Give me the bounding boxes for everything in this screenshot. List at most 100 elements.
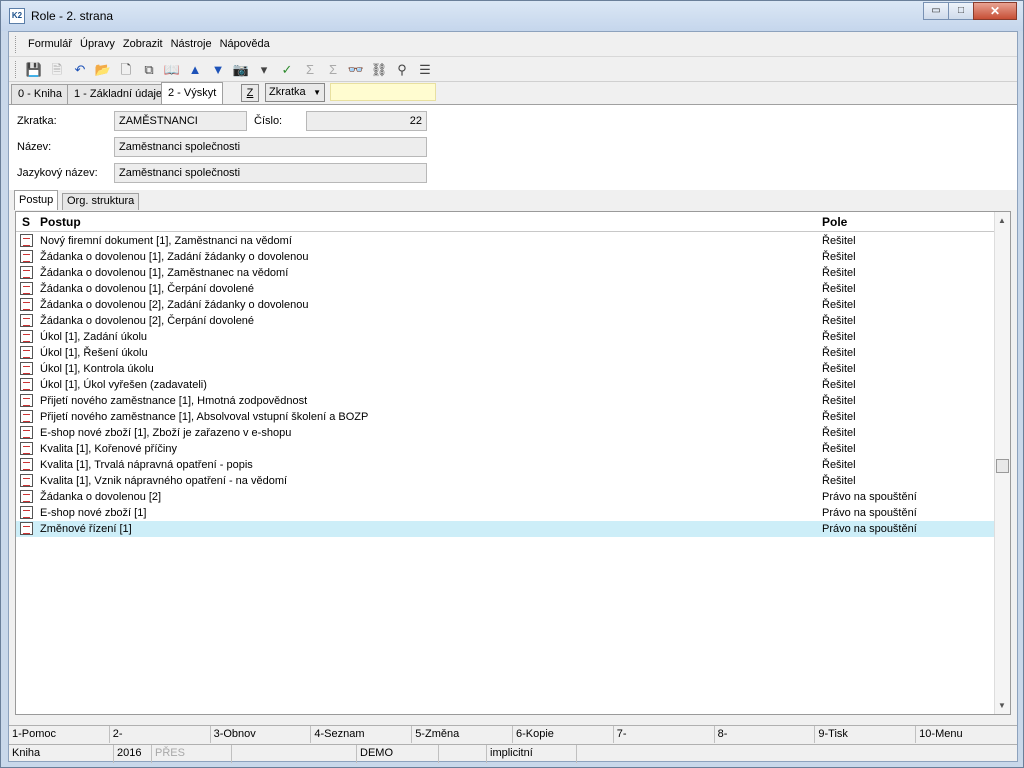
table-row[interactable]: Úkol [1], Úkol vyřešen (zadavateli) Řešit… xyxy=(16,377,994,393)
book-icon[interactable]: 📖 xyxy=(162,60,182,80)
tab-org-struktura[interactable]: Org. struktura xyxy=(62,193,140,210)
column-header-postup[interactable]: Postup xyxy=(40,215,81,229)
zkratka-field[interactable]: ZAMĚSTNANCI xyxy=(114,111,247,131)
app-window: K2 Role - 2. strana ▭ □ ✕ Formulář Úprav… xyxy=(0,0,1024,768)
postup-cell: Žádanka o dovolenou [2], Čerpání dovolen… xyxy=(40,315,255,327)
table-row[interactable]: Úkol [1], Zadání úkolu Řešitel xyxy=(16,329,994,345)
sort-combo[interactable]: Zkratka ▼ xyxy=(265,83,325,102)
fkey-menu[interactable]: 10-Menu xyxy=(916,726,1017,743)
save-all-icon[interactable]: 🗎 xyxy=(47,60,67,80)
status-kniha: Kniha xyxy=(9,745,114,763)
nazev-field[interactable]: Zaměstnanci společnosti xyxy=(114,137,427,157)
menu-lines-icon[interactable]: ☰ xyxy=(415,60,435,80)
pole-cell: Řešitel xyxy=(822,427,856,439)
pole-cell: Řešitel xyxy=(822,347,856,359)
z-button[interactable]: Z xyxy=(241,84,259,102)
document-icon xyxy=(20,458,33,471)
cislo-field[interactable]: 22 xyxy=(306,111,427,131)
table-row[interactable]: Přijetí nového zaměstnance [1], Absolvov… xyxy=(16,409,994,425)
postup-cell: Žádanka o dovolenou [1], Zaměstnanec na … xyxy=(40,267,289,279)
table-row[interactable]: Žádanka o dovolenou [2], Zadání žádanky … xyxy=(16,297,994,313)
table-row[interactable]: Žádanka o dovolenou [2], Čerpání dovolen… xyxy=(16,313,994,329)
dropdown-arrow-icon[interactable]: ▾ xyxy=(254,60,274,80)
menu-upravy[interactable]: Úpravy xyxy=(76,38,119,50)
fkey-8[interactable]: 8- xyxy=(715,726,816,743)
scroll-thumb[interactable] xyxy=(996,459,1009,473)
table-row[interactable]: Přijetí nového zaměstnance [1], Hmotná z… xyxy=(16,393,994,409)
main-tabs: 0 - Kniha 1 - Základní údaje 2 - Výskyt … xyxy=(9,82,1017,104)
document-icon xyxy=(20,490,33,503)
sum-alt-icon[interactable]: Σ xyxy=(323,60,343,80)
find-next-icon[interactable]: ⚲ xyxy=(392,60,412,80)
fkey-2[interactable]: 2- xyxy=(110,726,211,743)
search-input[interactable] xyxy=(330,83,436,101)
table-row[interactable]: Úkol [1], Kontrola úkolu Řešitel xyxy=(16,361,994,377)
pole-cell: Řešitel xyxy=(822,363,856,375)
menu-nastroje[interactable]: Nástroje xyxy=(167,38,216,50)
document-icon xyxy=(20,474,33,487)
jazykovy-nazev-field[interactable]: Zaměstnanci společnosti xyxy=(114,163,427,183)
save-icon[interactable]: 💾 xyxy=(24,60,44,80)
fkey-zmena[interactable]: 5-Změna xyxy=(412,726,513,743)
table-row[interactable]: Nový firemní dokument [1], Zaměstnanci n… xyxy=(16,233,994,249)
binoculars-next-icon[interactable]: ⛓ xyxy=(369,60,389,80)
minimize-button[interactable]: ▭ xyxy=(923,2,949,20)
fkey-seznam[interactable]: 4-Seznam xyxy=(311,726,413,743)
table-row[interactable]: Kvalita [1], Trvalá nápravná opatření - … xyxy=(16,457,994,473)
tab-zakladni-udaje[interactable]: 1 - Základní údaje xyxy=(67,84,170,104)
fkey-tisk[interactable]: 9-Tisk xyxy=(815,726,917,743)
function-key-bar: 1-Pomoc 2- 3-Obnov 4-Seznam 5-Změna 6-Ko… xyxy=(9,725,1017,743)
menu-formular[interactable]: Formulář xyxy=(24,38,76,50)
sum-icon[interactable]: Σ xyxy=(300,60,320,80)
arrow-up-icon[interactable]: ▲ xyxy=(185,60,205,80)
table-row[interactable]: Kvalita [1], Vznik nápravného opatření -… xyxy=(16,473,994,489)
toolbar: 💾 🗎 ↶ 📂 🗋 ⧉ 📖 ▲ ▼ 📷 ▾ ✓ Σ Σ 👓 ⛓ ⚲ ☰ xyxy=(9,58,1017,82)
scroll-down-icon[interactable]: ▼ xyxy=(998,701,1006,710)
undo-icon[interactable]: ↶ xyxy=(70,60,90,80)
new-document-icon[interactable]: 🗋 xyxy=(116,60,136,80)
column-header-pole[interactable]: Pole xyxy=(822,215,847,229)
table-row[interactable]: E-shop nové zboží [1], Zboží je zařazeno… xyxy=(16,425,994,441)
postup-cell: E-shop nové zboží [1], Zboží je zařazeno… xyxy=(40,427,292,439)
vertical-scrollbar[interactable]: ▲ ▼ xyxy=(994,212,1010,714)
table-row[interactable]: Žádanka o dovolenou [1], Čerpání dovolen… xyxy=(16,281,994,297)
menu-grip[interactable] xyxy=(15,35,18,53)
table-row[interactable]: Žádanka o dovolenou [1], Zaměstnanec na … xyxy=(16,265,994,281)
table-row[interactable]: Žádanka o dovolenou [1], Zadání žádanky … xyxy=(16,249,994,265)
pole-cell: Řešitel xyxy=(822,411,856,423)
tab-vyskyt[interactable]: 2 - Výskyt xyxy=(161,82,224,104)
title-bar[interactable]: K2 Role - 2. strana ▭ □ ✕ xyxy=(1,1,1023,31)
fkey-obnov[interactable]: 3-Obnov xyxy=(211,726,312,743)
filter-check-icon[interactable]: ✓ xyxy=(277,60,297,80)
postup-cell: Žádanka o dovolenou [1], Zadání žádanky … xyxy=(40,251,309,263)
menu-napoveda[interactable]: Nápověda xyxy=(216,38,274,50)
table-row[interactable]: E-shop nové zboží [1] Právo na spouštění xyxy=(16,505,994,521)
scroll-up-icon[interactable]: ▲ xyxy=(998,216,1006,225)
maximize-button[interactable]: □ xyxy=(948,2,974,20)
fkey-kopie[interactable]: 6-Kopie xyxy=(513,726,614,743)
camera-icon[interactable]: 📷 xyxy=(231,60,251,80)
tab-kniha[interactable]: 0 - Kniha xyxy=(11,84,70,104)
copy-icon[interactable]: ⧉ xyxy=(139,60,159,80)
binoculars-icon[interactable]: 👓 xyxy=(346,60,366,80)
table-row[interactable]: Úkol [1], Řešení úkolu Řešitel xyxy=(16,345,994,361)
close-button[interactable]: ✕ xyxy=(973,2,1017,20)
arrow-down-icon[interactable]: ▼ xyxy=(208,60,228,80)
menu-zobrazit[interactable]: Zobrazit xyxy=(119,38,167,50)
toolbar-grip[interactable] xyxy=(15,61,18,78)
table-row[interactable]: Kvalita [1], Kořenové příčiny Řešitel xyxy=(16,441,994,457)
document-icon xyxy=(20,394,33,407)
cislo-label: Číslo: xyxy=(254,115,283,127)
pole-cell: Řešitel xyxy=(822,283,856,295)
open-folder-icon[interactable]: 📂 xyxy=(93,60,113,80)
fkey-7[interactable]: 7- xyxy=(614,726,715,743)
sort-combo-value: Zkratka xyxy=(269,86,306,98)
table-row-selected[interactable]: Změnové řízení [1] Právo na spouštění xyxy=(16,521,994,537)
pole-cell: Řešitel xyxy=(822,315,856,327)
tab-postup[interactable]: Postup xyxy=(14,190,59,210)
column-header-s[interactable]: S xyxy=(22,215,30,229)
table-row[interactable]: Žádanka o dovolenou [2] Právo na spouštěn… xyxy=(16,489,994,505)
fkey-pomoc[interactable]: 1-Pomoc xyxy=(9,726,110,743)
document-icon xyxy=(20,362,33,375)
status-bar: Kniha 2016 PŘES DEMO implicitní xyxy=(9,744,1017,763)
